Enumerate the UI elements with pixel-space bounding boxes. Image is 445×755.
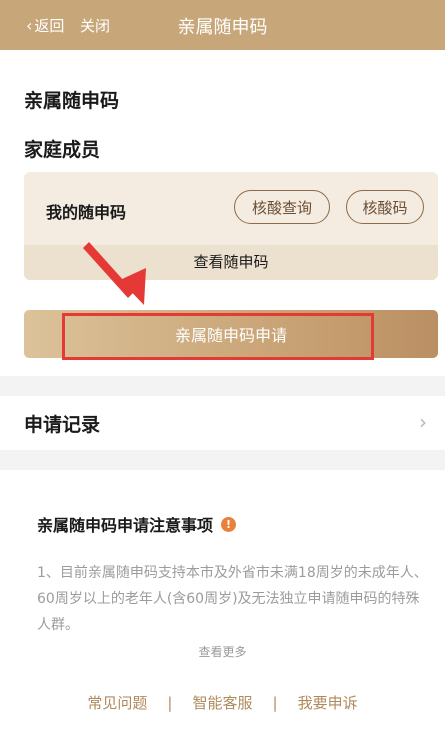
nucleic-query-button[interactable]: 核酸查询 (234, 190, 330, 224)
apply-records-label: 申请记录 (24, 414, 101, 436)
divider (0, 376, 445, 396)
notice-body: 1、目前亲属随申码支持本市及外省市未满18周岁的未成年人、60周岁以上的老年人(… (37, 565, 428, 633)
appeal-link[interactable]: 我要申诉 (298, 692, 358, 713)
divider (0, 450, 445, 470)
notice-title: 亲属随申码申请注意事项 (37, 516, 214, 535)
relative-code-apply-button[interactable]: 亲属随申码申请 (24, 310, 438, 358)
chevron-right-icon: › (419, 410, 427, 434)
nav-bar: ‹ 返回 关闭 亲属随申码 (0, 0, 445, 50)
warning-icon: ! (221, 516, 237, 532)
family-members-title: 家庭成员 (24, 139, 101, 161)
footer-links: 常见问题 | 智能客服 | 我要申诉 (0, 692, 445, 713)
apply-records-row[interactable]: 申请记录 › (0, 396, 445, 450)
customer-service-link[interactable]: 智能客服 (192, 692, 252, 713)
my-code-card: 我的随申码 核酸查询 核酸码 查看随申码 (24, 172, 438, 280)
view-code-button[interactable]: 查看随申码 (24, 245, 438, 280)
faq-link[interactable]: 常见问题 (87, 692, 147, 713)
section-title: 亲属随申码 (24, 90, 120, 112)
notice-header: 亲属随申码申请注意事项 ! (37, 512, 237, 536)
page-title: 亲属随申码 (177, 17, 268, 38)
separator: | (272, 693, 278, 712)
nucleic-code-button[interactable]: 核酸码 (346, 190, 424, 224)
separator: | (167, 693, 173, 712)
view-more-link[interactable]: 查看更多 (0, 643, 445, 660)
my-code-label: 我的随申码 (46, 203, 127, 222)
